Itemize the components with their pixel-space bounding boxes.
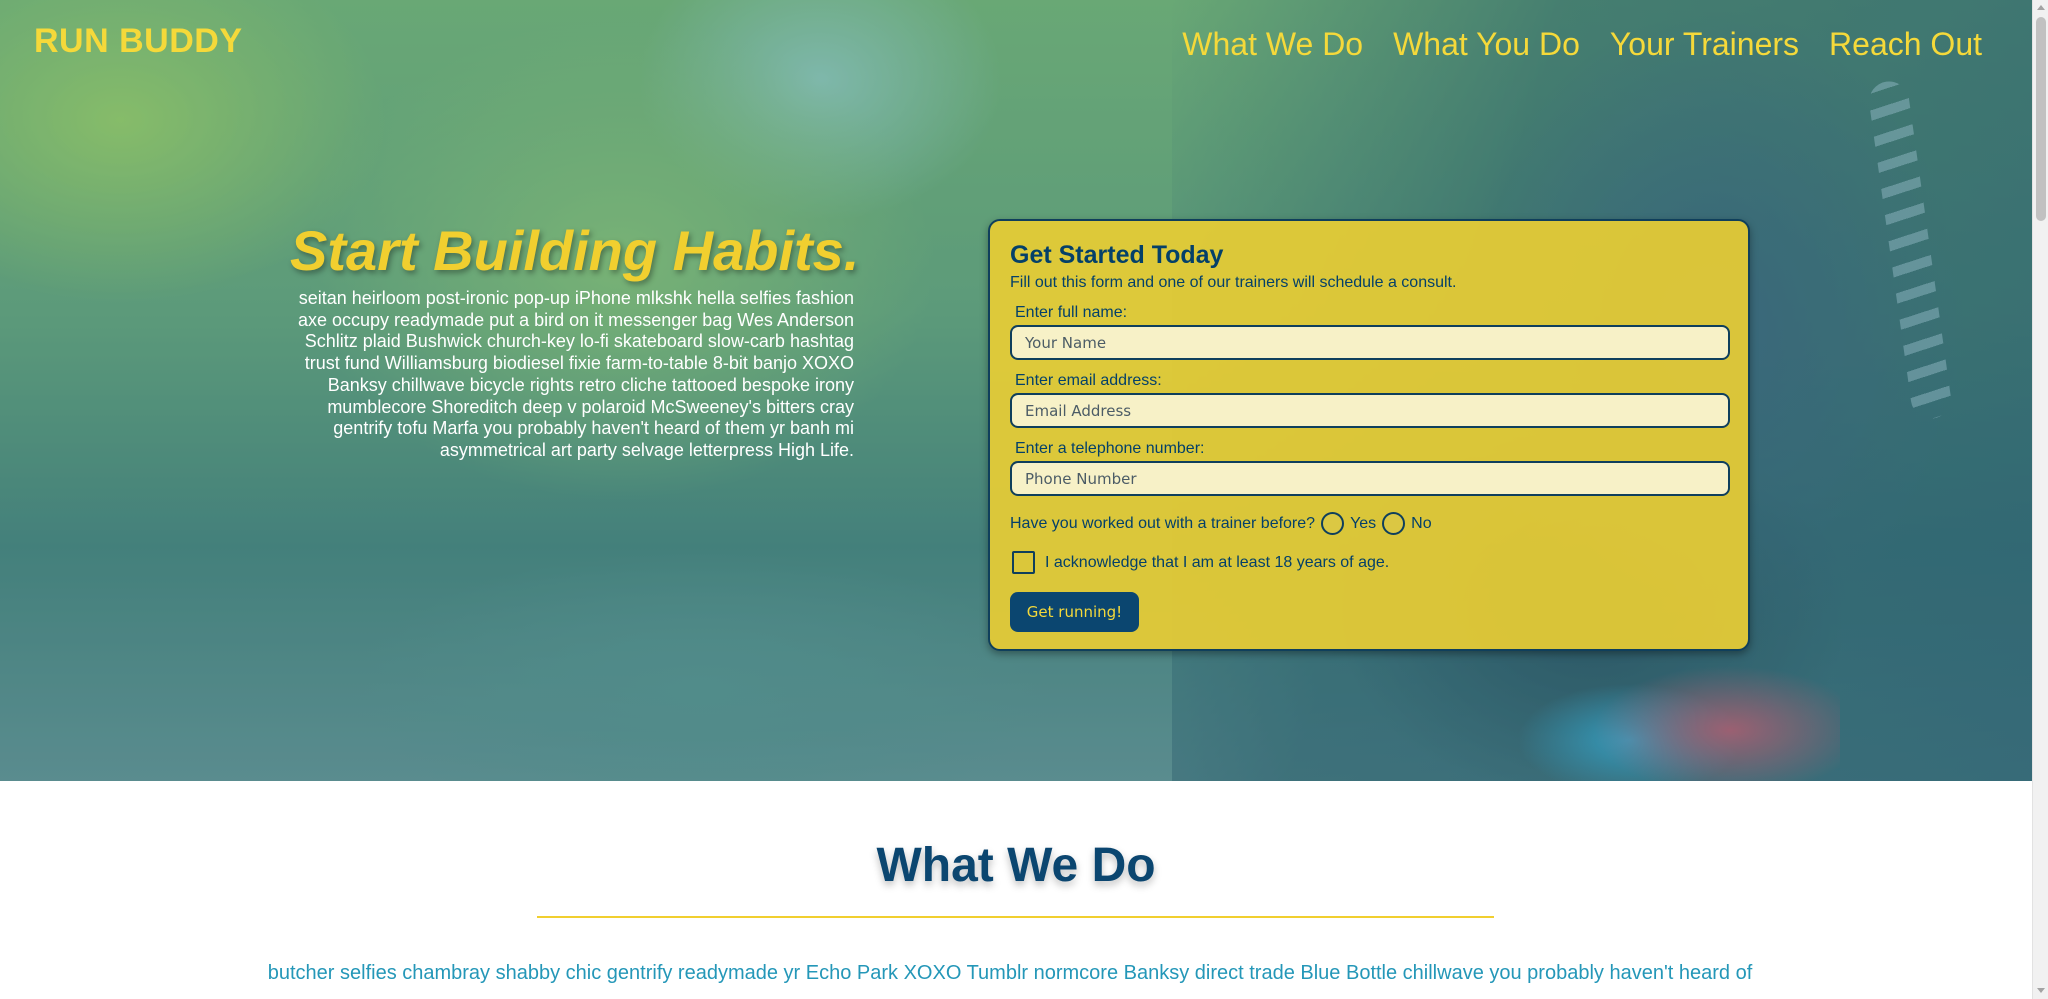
name-input[interactable] <box>1010 325 1730 360</box>
hero-section: RUN BUDDY What We Do What You Do Your Tr… <box>0 0 2032 781</box>
what-we-do-title: What We Do <box>876 839 1156 892</box>
nav-what-we-do[interactable]: What We Do <box>1182 26 1363 63</box>
trainer-yes-radio[interactable] <box>1321 512 1345 535</box>
name-label: Enter full name: <box>1015 304 1128 321</box>
hero-text: seitan heirloom post-ironic pop-up iPhon… <box>298 288 854 460</box>
phone-input[interactable] <box>1010 461 1730 496</box>
signup-form: Get Started Today Fill out this form and… <box>988 219 1750 651</box>
age-ack-checkbox[interactable] <box>1012 551 1035 574</box>
get-running-button[interactable]: Get running! <box>1010 592 1139 632</box>
what-we-do-text: butcher selfies chambray shabby chic gen… <box>267 962 1753 984</box>
page-scrollbar[interactable] <box>2032 0 2048 999</box>
site-logo[interactable]: RUN BUDDY <box>34 22 243 61</box>
scroll-thumb[interactable] <box>2036 17 2046 221</box>
section-divider <box>537 916 1494 918</box>
phone-label: Enter a telephone number: <box>1015 440 1205 457</box>
hero-title: Start Building Habits. <box>290 219 860 282</box>
email-label: Enter email address: <box>1015 372 1162 389</box>
trainer-question-label: Have you worked out with a trainer befor… <box>1010 514 1316 532</box>
email-input[interactable] <box>1010 393 1730 428</box>
age-ack-label: I acknowledge that I am at least 18 year… <box>1045 553 1390 571</box>
scroll-up-arrow-icon[interactable] <box>2036 3 2046 13</box>
nav-your-trainers[interactable]: Your Trainers <box>1610 26 1799 63</box>
trainer-no-label: No <box>1411 514 1432 532</box>
scroll-down-arrow-icon[interactable] <box>2036 986 2046 996</box>
hero-copy: Start Building Habits. seitan heirloom p… <box>290 218 860 462</box>
nav-reach-out[interactable]: Reach Out <box>1829 26 1982 63</box>
form-subtitle: Fill out this form and one of our traine… <box>1010 274 1457 291</box>
main-nav: What We Do What You Do Your Trainers Rea… <box>1182 26 1982 63</box>
nav-what-you-do[interactable]: What You Do <box>1393 26 1580 63</box>
form-title: Get Started Today <box>1010 241 1224 269</box>
trainer-no-radio[interactable] <box>1382 512 1406 535</box>
age-ack-row: I acknowledge that I am at least 18 year… <box>1010 551 1728 574</box>
trainer-yes-label: Yes <box>1350 514 1377 532</box>
trainer-question-row: Have you worked out with a trainer befor… <box>1010 512 1728 535</box>
